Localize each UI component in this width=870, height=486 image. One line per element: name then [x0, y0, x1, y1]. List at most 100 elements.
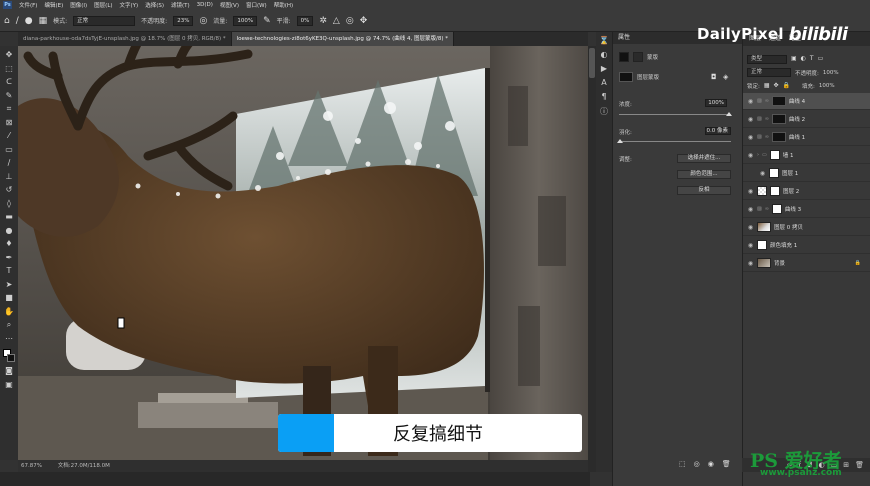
invert-button[interactable]: 反相: [677, 186, 731, 195]
blend-mode-select[interactable]: 正常: [747, 68, 791, 77]
tab-document-2[interactable]: loewe-technologies-zi8ot6yKE3Q-unsplash.…: [231, 32, 454, 46]
eye-icon[interactable]: ◉: [747, 260, 754, 267]
menu-layer[interactable]: 图层(L): [94, 1, 112, 9]
dodge-tool-icon[interactable]: ♦: [2, 237, 16, 251]
layer-name[interactable]: 颜色填充 1: [770, 241, 797, 249]
layer-mask-thumbnail[interactable]: [771, 204, 782, 214]
crop-tool-icon[interactable]: ⌗: [2, 102, 16, 116]
eye-icon[interactable]: ◉: [747, 242, 754, 249]
layer-mask-thumbnail[interactable]: [619, 72, 633, 82]
layer-thumbnail[interactable]: [769, 168, 779, 178]
scrollbar-thumb[interactable]: [589, 48, 595, 78]
type-tool-icon[interactable]: T: [2, 264, 16, 278]
kind-filter-select[interactable]: 类型: [747, 54, 787, 64]
layer-row[interactable]: ◉ › ▭ 墙 1: [743, 147, 870, 164]
layer-opacity-field[interactable]: 100%: [823, 70, 839, 76]
paragraph-panel-icon[interactable]: ¶: [601, 92, 606, 101]
fill-field[interactable]: 100%: [819, 83, 835, 89]
layer-name[interactable]: 图层 2: [783, 187, 799, 195]
path-select-tool-icon[interactable]: ➤: [2, 278, 16, 292]
screen-mode-icon[interactable]: ▣: [2, 378, 16, 392]
lock-position-icon[interactable]: ✥: [774, 81, 779, 91]
quick-select-tool-icon[interactable]: ✎: [2, 89, 16, 103]
eye-icon[interactable]: ◉: [759, 170, 766, 177]
layer-row[interactable]: ◉ ▨ ∞ 曲线 3: [743, 201, 870, 218]
layer-row[interactable]: ◉ ▨ ∞ 曲线 1: [743, 129, 870, 146]
canvas-scrollbar[interactable]: [588, 46, 596, 472]
airbrush-icon[interactable]: ✎: [263, 16, 271, 26]
eraser-tool-icon[interactable]: ◊: [2, 197, 16, 211]
select-mask-icon[interactable]: ◘: [711, 72, 717, 82]
flow-field[interactable]: 100%: [233, 15, 258, 26]
feather-field[interactable]: 0.0 像素: [705, 127, 731, 135]
pressure-size-icon[interactable]: ◎: [346, 16, 354, 26]
lock-all-icon[interactable]: 🔒: [783, 81, 790, 91]
brush-tool-icon[interactable]: ∕: [16, 16, 19, 26]
menu-window[interactable]: 窗口(W): [246, 1, 267, 9]
menu-select[interactable]: 选择(S): [145, 1, 164, 9]
layer-row[interactable]: ◉ ▨ ∞ 曲线 2: [743, 111, 870, 128]
layer-mask-thumbnail[interactable]: [771, 132, 786, 142]
menu-edit[interactable]: 编辑(E): [44, 1, 63, 9]
smooth-field[interactable]: 0%: [296, 15, 314, 26]
layer-name[interactable]: 墙 1: [783, 151, 794, 159]
clone-stamp-tool-icon[interactable]: ⊥: [2, 170, 16, 184]
symmetry-icon[interactable]: ✥: [360, 16, 368, 26]
marquee-tool-icon[interactable]: ⬚: [2, 62, 16, 76]
color-range-button[interactable]: 颜色范围...: [677, 170, 731, 179]
history-panel-icon[interactable]: ⌛: [599, 36, 609, 45]
density-slider-track[interactable]: [619, 114, 731, 115]
character-panel-icon[interactable]: A: [601, 78, 606, 87]
zoom-tool-icon[interactable]: ⌕: [2, 318, 16, 332]
filter-type-icon[interactable]: T: [810, 54, 814, 64]
healing-brush-tool-icon[interactable]: ▭: [2, 143, 16, 157]
eye-icon[interactable]: ◉: [747, 152, 754, 159]
home-icon[interactable]: ⌂: [4, 16, 10, 26]
document-canvas[interactable]: [18, 46, 588, 460]
eye-icon[interactable]: ◉: [747, 206, 754, 213]
eye-icon[interactable]: ◉: [747, 188, 754, 195]
tab-document-1[interactable]: diana-parkhouse-oda7dsTyjE-unsplash.jpg …: [18, 32, 232, 46]
layer-row[interactable]: ◉ 图层 0 拷贝: [743, 219, 870, 236]
gear-icon[interactable]: ✲: [319, 16, 327, 26]
zoom-level[interactable]: 67.87%: [21, 463, 42, 469]
photoshop-logo-icon[interactable]: Ps: [3, 1, 12, 9]
layer-name[interactable]: 图层 1: [782, 169, 798, 177]
gradient-tool-icon[interactable]: ▬: [2, 210, 16, 224]
eye-icon[interactable]: ◉: [747, 98, 754, 105]
layer-name[interactable]: 图层 0 拷贝: [774, 223, 803, 231]
load-selection-icon[interactable]: ⬚: [679, 459, 686, 469]
menu-type[interactable]: 文字(Y): [120, 1, 139, 9]
brush-preset-icon[interactable]: ●: [25, 16, 33, 26]
visibility-icon[interactable]: ◉: [708, 459, 714, 469]
actions-panel-icon[interactable]: ▶: [601, 64, 607, 73]
trash-icon[interactable]: 🗑: [855, 461, 864, 469]
pen-tool-icon[interactable]: ✒: [2, 251, 16, 265]
group-arrow-icon[interactable]: ›: [757, 152, 759, 158]
info-panel-icon[interactable]: ⓘ: [600, 106, 608, 117]
menu-filter[interactable]: 滤镜(T): [171, 1, 190, 9]
frame-tool-icon[interactable]: ⊠: [2, 116, 16, 130]
filter-pixel-icon[interactable]: ▣: [791, 54, 797, 64]
delete-mask-icon[interactable]: 🗑: [722, 459, 731, 469]
blur-tool-icon[interactable]: ●: [2, 224, 16, 238]
eyedropper-tool-icon[interactable]: ⁄: [2, 129, 16, 143]
layer-row[interactable]: ◉ 图层 1: [743, 165, 870, 182]
eye-icon[interactable]: ◉: [747, 116, 754, 123]
eye-icon[interactable]: ◉: [747, 134, 754, 141]
color-swatches[interactable]: [2, 348, 16, 364]
select-and-mask-button[interactable]: 选择并遮住...: [677, 154, 731, 163]
background-color-swatch[interactable]: [7, 354, 15, 362]
density-slider-knob[interactable]: [726, 112, 732, 116]
pixel-mask-icon[interactable]: [619, 52, 629, 62]
layer-mask-thumbnail[interactable]: [771, 114, 786, 124]
vector-mask-icon[interactable]: [633, 52, 643, 62]
menu-3d[interactable]: 3D(D): [197, 2, 213, 8]
history-brush-tool-icon[interactable]: ↺: [2, 183, 16, 197]
pressure-opacity-icon[interactable]: ◎: [199, 16, 207, 26]
feather-slider-track[interactable]: [619, 141, 731, 142]
layer-name[interactable]: 曲线 3: [785, 205, 801, 213]
filter-shape-icon[interactable]: ▭: [818, 54, 824, 64]
layer-row[interactable]: ◉ 背景 🔒: [743, 255, 870, 272]
lock-pixels-icon[interactable]: ▦: [764, 81, 770, 91]
